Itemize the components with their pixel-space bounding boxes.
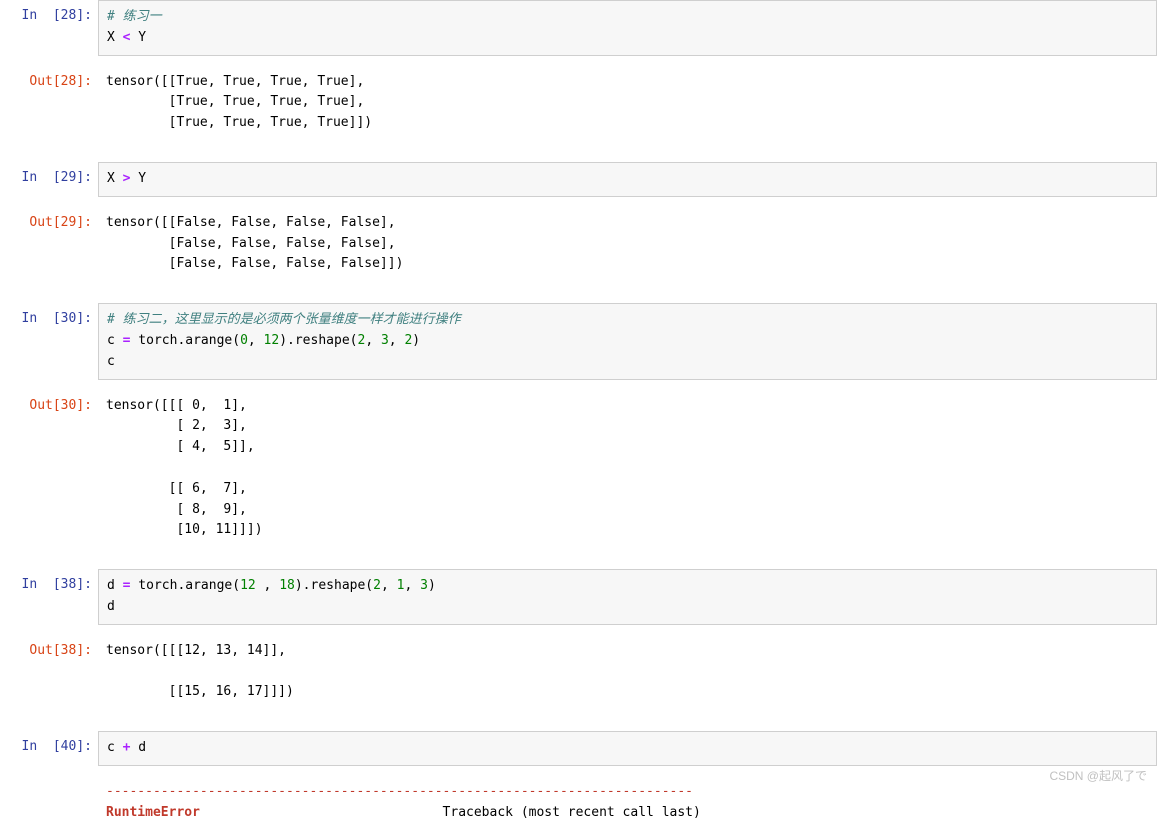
code-token: d	[107, 578, 123, 593]
code-input-area[interactable]: d = torch.arange(12 , 18).reshape(2, 1, …	[98, 569, 1157, 625]
code-token: d	[107, 599, 115, 614]
input-cell: In [30]:# 练习二，这里显示的是必须两个张量维度一样才能进行操作 c =…	[0, 303, 1157, 379]
empty-prompt	[0, 776, 98, 830]
output-text: tensor([[[12, 13, 14]], [[15, 16, 17]]])	[98, 635, 1157, 709]
code-token: Y	[130, 30, 146, 45]
code-token: torch.arange(	[130, 333, 240, 348]
output-prompt: Out[30]:	[0, 390, 98, 548]
input-cell: In [28]:# 练习一 X < Y	[0, 0, 1157, 56]
output-prompt: Out[38]:	[0, 635, 98, 709]
input-prompt: In [38]:	[0, 569, 98, 625]
code-token: ,	[381, 578, 397, 593]
code-token: 3	[420, 578, 428, 593]
output-prompt: Out[28]:	[0, 66, 98, 140]
code-token: )	[412, 333, 420, 348]
input-cell: In [38]:d = torch.arange(12 , 18).reshap…	[0, 569, 1157, 625]
code-token: ,	[404, 578, 420, 593]
code-token: 18	[279, 578, 295, 593]
code-token: X	[107, 171, 123, 186]
output-text: tensor([[[ 0, 1], [ 2, 3], [ 4, 5]], [[ …	[98, 390, 1157, 548]
input-cell: In [40]:c + d	[0, 731, 1157, 766]
input-prompt: In [40]:	[0, 731, 98, 766]
error-traceback-label: Traceback (most recent call last)	[200, 805, 701, 820]
code-input-area[interactable]: X > Y	[98, 162, 1157, 197]
code-input-area[interactable]: # 练习二，这里显示的是必须两个张量维度一样才能进行操作 c = torch.a…	[98, 303, 1157, 379]
output-cell: Out[30]:tensor([[[ 0, 1], [ 2, 3], [ 4, …	[0, 390, 1157, 548]
error-output: ----------------------------------------…	[98, 776, 1157, 830]
code-token: X	[107, 30, 123, 45]
output-text: tensor([[False, False, False, False], [F…	[98, 207, 1157, 281]
code-token: c	[107, 740, 123, 755]
code-token: 12	[264, 333, 280, 348]
code-token: ,	[389, 333, 405, 348]
error-separator: ----------------------------------------…	[106, 784, 693, 799]
output-cell: Out[28]:tensor([[True, True, True, True]…	[0, 66, 1157, 140]
error-cell: ----------------------------------------…	[0, 776, 1157, 830]
output-text: tensor([[True, True, True, True], [True,…	[98, 66, 1157, 140]
code-token: ,	[256, 578, 279, 593]
code-token: ,	[248, 333, 264, 348]
output-cell: Out[38]:tensor([[[12, 13, 14]], [[15, 16…	[0, 635, 1157, 709]
input-prompt: In [30]:	[0, 303, 98, 379]
code-input-area[interactable]: # 练习一 X < Y	[98, 0, 1157, 56]
output-prompt: Out[29]:	[0, 207, 98, 281]
watermark: CSDN @起风了で	[1049, 767, 1147, 784]
code-token: ).reshape(	[279, 333, 357, 348]
code-token: # 练习二，这里显示的是必须两个张量维度一样才能进行操作	[107, 312, 461, 327]
code-token: Y	[130, 171, 146, 186]
input-prompt: In [28]:	[0, 0, 98, 56]
code-token: c	[107, 333, 123, 348]
input-prompt: In [29]:	[0, 162, 98, 197]
error-name: RuntimeError	[106, 805, 200, 820]
input-cell: In [29]:X > Y	[0, 162, 1157, 197]
code-token: c	[107, 354, 115, 369]
code-token: d	[130, 740, 146, 755]
code-token: ,	[365, 333, 381, 348]
code-token: # 练习一	[107, 9, 162, 24]
code-token: 3	[381, 333, 389, 348]
code-token: 12	[240, 578, 256, 593]
code-input-area[interactable]: c + d	[98, 731, 1157, 766]
code-token: )	[428, 578, 436, 593]
code-token: 0	[240, 333, 248, 348]
code-token: ).reshape(	[295, 578, 373, 593]
code-token: 2	[373, 578, 381, 593]
code-token: torch.arange(	[130, 578, 240, 593]
output-cell: Out[29]:tensor([[False, False, False, Fa…	[0, 207, 1157, 281]
